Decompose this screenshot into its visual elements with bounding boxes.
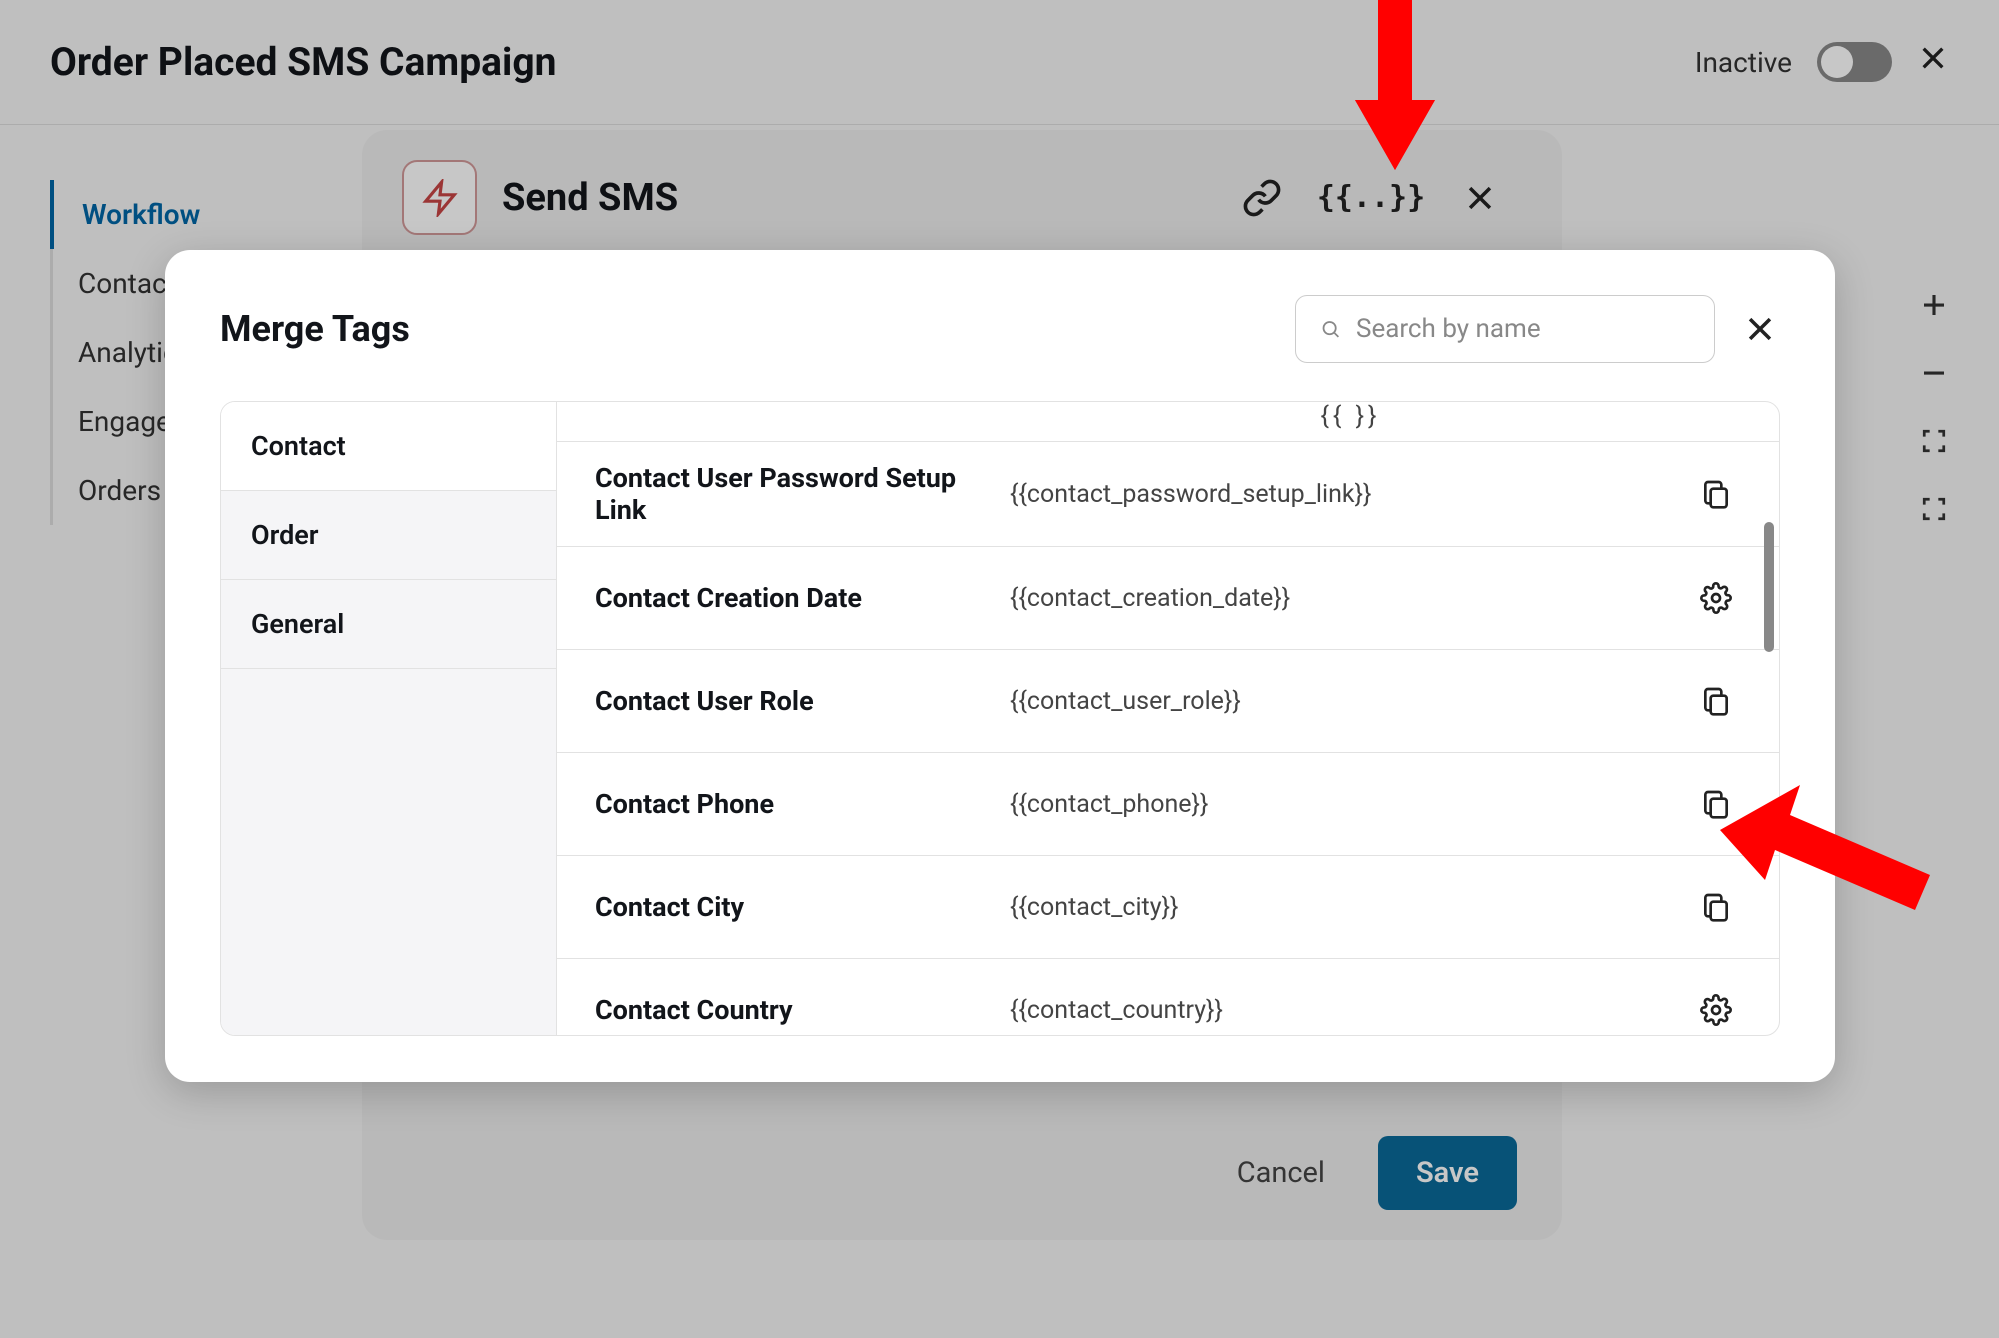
tag-row: Contact Creation Date {{contact_creation…	[557, 547, 1779, 650]
tags-list[interactable]: {{ }} Contact User Password Setup Link {…	[557, 402, 1779, 1035]
tag-row: {{ }}	[557, 402, 1779, 442]
tag-row: Contact User Password Setup Link {{conta…	[557, 442, 1779, 547]
copy-icon[interactable]	[1691, 478, 1741, 510]
scrollbar[interactable]	[1764, 522, 1774, 652]
modal-title: Merge Tags	[220, 308, 1270, 350]
copy-icon[interactable]	[1691, 685, 1741, 717]
tag-value: {{contact_password_setup_link}}	[1010, 480, 1691, 509]
annotation-arrow-icon	[1340, 0, 1450, 170]
search-box[interactable]	[1295, 295, 1715, 363]
close-icon[interactable]	[1740, 309, 1780, 349]
gear-icon[interactable]	[1691, 994, 1741, 1026]
tag-value: {{contact_city}}	[1010, 893, 1691, 922]
annotation-arrow-icon	[1720, 785, 1930, 915]
tag-label: Contact Phone	[595, 788, 1010, 820]
modal-header: Merge Tags	[220, 295, 1780, 363]
category-contact[interactable]: Contact	[221, 402, 556, 491]
search-input[interactable]	[1356, 314, 1690, 344]
tag-row: Contact Country {{contact_country}}	[557, 959, 1779, 1035]
tag-value: {{contact_creation_date}}	[1010, 584, 1691, 613]
tag-value: {{contact_country}}	[1010, 996, 1691, 1025]
tag-label: Contact User Password Setup Link	[595, 462, 1010, 526]
tag-row: Contact User Role {{contact_user_role}}	[557, 650, 1779, 753]
category-list: Contact Order General	[221, 402, 557, 1035]
category-general[interactable]: General	[221, 580, 556, 669]
tag-label: Contact User Role	[595, 685, 1010, 717]
tag-row: Contact Phone {{contact_phone}}	[557, 753, 1779, 856]
merge-tags-modal: Merge Tags Contact Order General {{ }} C…	[165, 250, 1835, 1082]
category-order[interactable]: Order	[221, 491, 556, 580]
tag-label: Contact Country	[595, 994, 1010, 1026]
tag-row: Contact City {{contact_city}}	[557, 856, 1779, 959]
tag-value: {{contact_user_role}}	[1010, 687, 1691, 716]
tag-label: Contact City	[595, 891, 1010, 923]
modal-body: Contact Order General {{ }} Contact User…	[220, 401, 1780, 1036]
tag-value: {{contact_phone}}	[1010, 790, 1691, 819]
gear-icon[interactable]	[1691, 582, 1741, 614]
tag-label: Contact Creation Date	[595, 582, 1010, 614]
search-icon	[1320, 315, 1341, 343]
